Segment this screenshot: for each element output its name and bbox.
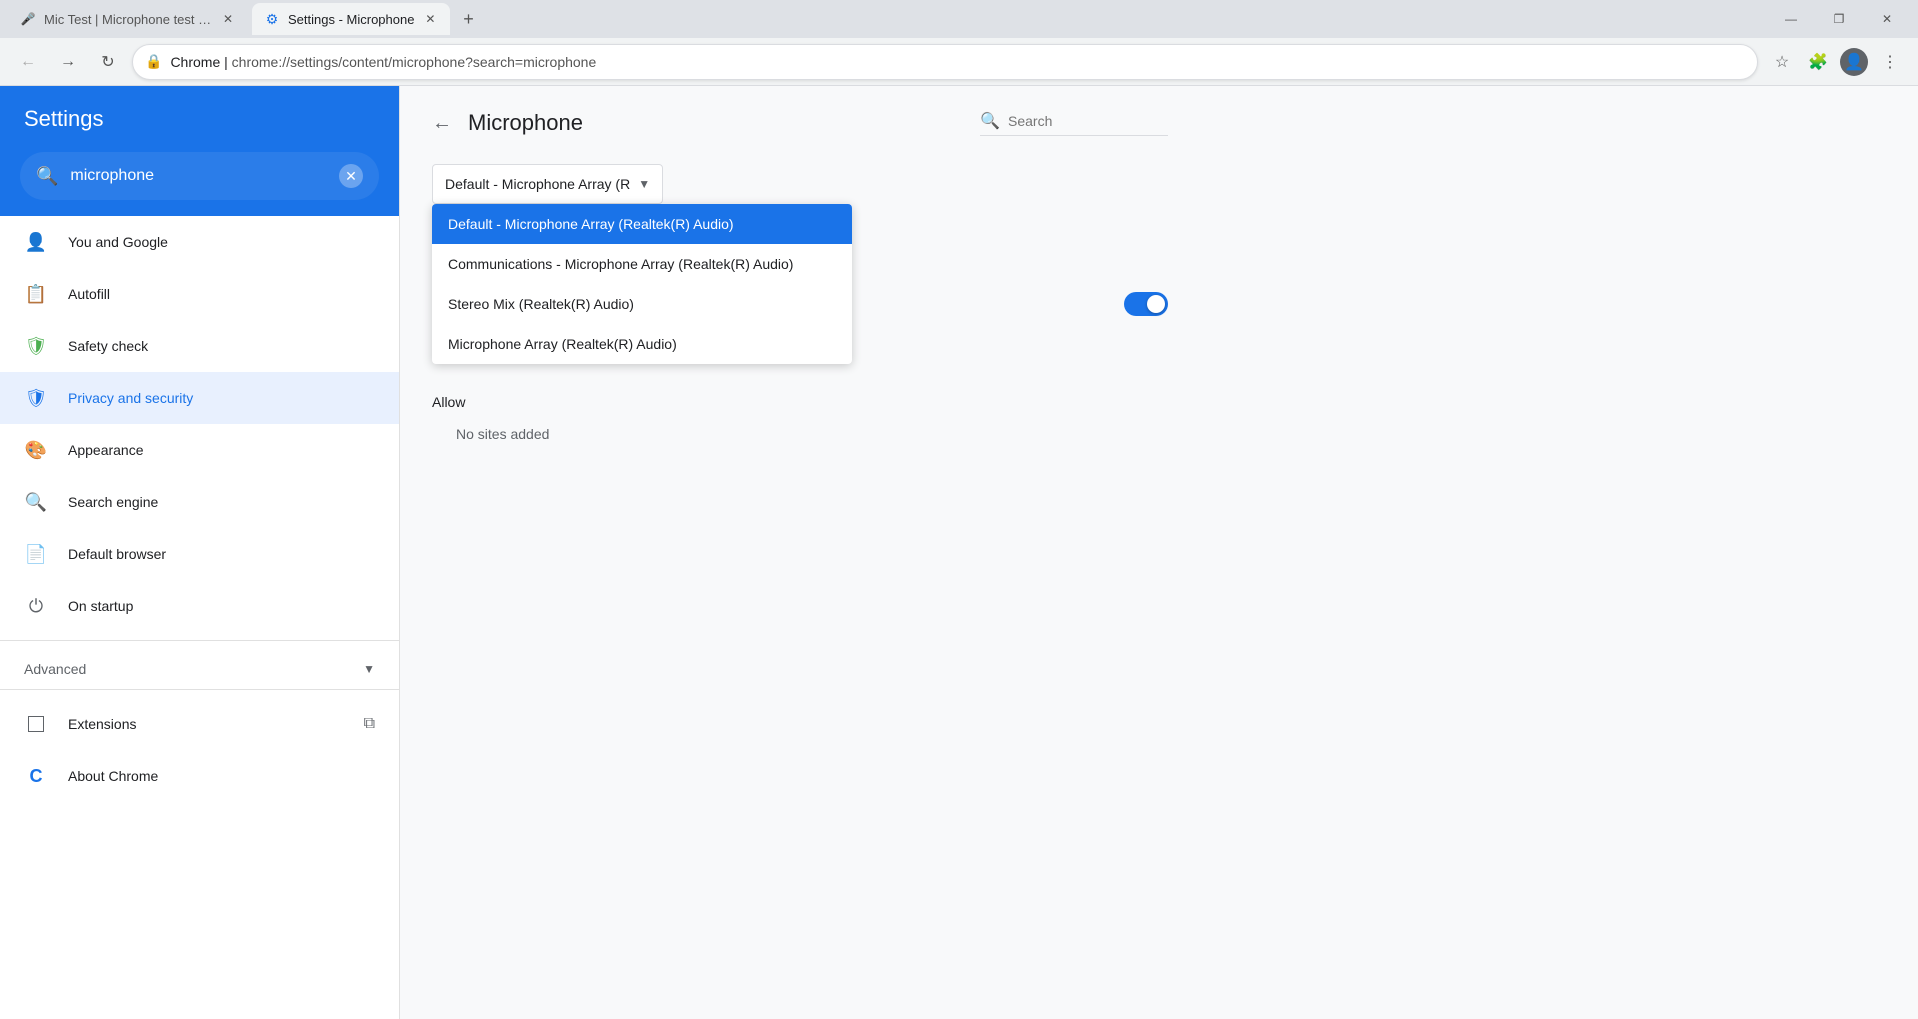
back-arrow-icon: ← (432, 112, 452, 135)
sidebar-item-default-browser[interactable]: 📄 Default browser (0, 528, 399, 580)
sidebar-item-label-appearance: Appearance (68, 442, 144, 458)
toggle-knob (1147, 295, 1165, 313)
sidebar-divider-2 (0, 689, 399, 690)
sidebar: Settings 🔍 ✕ 👤 You and Google 📋 Autofill… (0, 86, 400, 1019)
allow-no-sites: No sites added (432, 418, 1168, 458)
sidebar-title: Settings (24, 106, 375, 132)
sidebar-item-appearance[interactable]: 🎨 Appearance (0, 424, 399, 476)
settings-search-bar[interactable]: 🔍 ✕ (20, 152, 379, 200)
close-button[interactable]: ✕ (1864, 3, 1910, 35)
back-button[interactable]: ← Microphone (432, 110, 583, 136)
settings-container: Settings 🔍 ✕ 👤 You and Google 📋 Autofill… (0, 86, 1918, 1019)
dropdown-option-communications[interactable]: Communications - Microphone Array (Realt… (432, 244, 852, 284)
reload-button[interactable]: ↻ (92, 46, 124, 78)
tab-settings-label: Settings - Microphone (288, 12, 414, 27)
ext-box-icon (28, 716, 44, 732)
you-google-icon: 👤 (24, 230, 48, 254)
microphone-toggle[interactable] (1124, 292, 1168, 316)
about-chrome-icon: C (24, 764, 48, 788)
tab-settings[interactable]: ⚙ Settings - Microphone ✕ (252, 3, 450, 35)
chrome-menu-icon[interactable]: ⋮ (1874, 46, 1906, 78)
page-title: Microphone (468, 110, 583, 136)
microphone-dropdown-menu: Default - Microphone Array (Realtek(R) A… (432, 204, 852, 364)
sidebar-item-label-default-browser: Default browser (68, 546, 166, 562)
search-clear-button[interactable]: ✕ (339, 164, 363, 188)
address-text: Chrome | chrome://settings/content/micro… (170, 54, 1745, 70)
new-tab-button[interactable]: + (454, 5, 482, 33)
safety-check-icon: 🛡 (24, 334, 48, 358)
search-bar-icon: 🔍 (36, 166, 58, 187)
bookmark-star-icon[interactable]: ☆ (1766, 46, 1798, 78)
extensions-icon[interactable]: 🧩 (1802, 46, 1834, 78)
dropdown-option-default[interactable]: Default - Microphone Array (Realtek(R) A… (432, 204, 852, 244)
extensions-sidebar-icon (24, 712, 48, 736)
sidebar-item-on-startup[interactable]: ⏻ On startup (0, 580, 399, 632)
profile-avatar[interactable]: 👤 (1838, 46, 1870, 78)
dropdown-option-stereo[interactable]: Stereo Mix (Realtek(R) Audio) (432, 284, 852, 324)
privacy-security-icon: 🛡 (24, 386, 48, 410)
sidebar-item-privacy-security[interactable]: 🛡 Privacy and security (0, 372, 399, 424)
sidebar-item-label-on-startup: On startup (68, 598, 133, 614)
on-startup-icon: ⏻ (24, 594, 48, 618)
window-controls: — ❐ ✕ (1768, 3, 1910, 35)
tab-mic-test[interactable]: 🎤 Mic Test | Microphone test | Stor... ✕ (8, 3, 248, 35)
tab-mic-close[interactable]: ✕ (220, 11, 236, 27)
default-browser-icon: 📄 (24, 542, 48, 566)
back-nav-button[interactable]: ← (12, 46, 44, 78)
omnibar: ← → ↻ 🔒 Chrome | chrome://settings/conte… (0, 38, 1918, 86)
address-lock-icon: 🔒 (145, 53, 162, 70)
minimize-button[interactable]: — (1768, 3, 1814, 35)
microphone-dropdown-trigger[interactable]: Default - Microphone Array (R ▼ (432, 164, 663, 204)
allow-label: Allow (432, 394, 1168, 410)
address-path: chrome://settings/content/microphone?sea… (232, 54, 597, 70)
extensions-left: Extensions (24, 712, 136, 736)
dropdown-option-microphone[interactable]: Microphone Array (Realtek(R) Audio) (432, 324, 852, 364)
content-search-icon: 🔍 (980, 111, 1000, 131)
maximize-button[interactable]: ❐ (1816, 3, 1862, 35)
address-bar[interactable]: 🔒 Chrome | chrome://settings/content/mic… (132, 44, 1758, 80)
sidebar-item-safety-check[interactable]: 🛡 Safety check (0, 320, 399, 372)
sidebar-item-label-about-chrome: About Chrome (68, 768, 158, 784)
search-input[interactable] (70, 167, 327, 185)
omnibar-actions: ☆ 🧩 👤 ⋮ (1766, 46, 1906, 78)
sidebar-item-label-autofill: Autofill (68, 286, 110, 302)
dropdown-current-value: Default - Microphone Array (R (445, 176, 630, 192)
tab-settings-close[interactable]: ✕ (422, 11, 438, 27)
content-area: ← Microphone 🔍 Default - Microphone Arra… (400, 86, 1200, 482)
tab-mic-icon: 🎤 (20, 11, 36, 27)
sidebar-item-you-and-google[interactable]: 👤 You and Google (0, 216, 399, 268)
sidebar-item-label-privacy-security: Privacy and security (68, 390, 193, 406)
forward-nav-button[interactable]: → (52, 46, 84, 78)
sidebar-divider (0, 640, 399, 641)
extensions-label: Extensions (68, 716, 136, 732)
tab-mic-label: Mic Test | Microphone test | Stor... (44, 12, 212, 27)
sidebar-item-label-safety-check: Safety check (68, 338, 148, 354)
title-bar: 🎤 Mic Test | Microphone test | Stor... ✕… (0, 0, 1918, 38)
content-search[interactable]: 🔍 (980, 111, 1168, 136)
address-domain: Chrome (170, 54, 220, 70)
appearance-icon: 🎨 (24, 438, 48, 462)
main-content: ← Microphone 🔍 Default - Microphone Arra… (400, 86, 1918, 1019)
sidebar-item-search-engine[interactable]: 🔍 Search engine (0, 476, 399, 528)
sidebar-item-label-search-engine: Search engine (68, 494, 158, 510)
address-separator: | (220, 54, 231, 70)
search-engine-icon: 🔍 (24, 490, 48, 514)
microphone-dropdown-wrapper: Default - Microphone Array (R ▼ Default … (432, 164, 663, 204)
tab-settings-icon: ⚙ (264, 11, 280, 27)
sidebar-advanced-section[interactable]: Advanced ▼ (0, 649, 399, 681)
sidebar-item-autofill[interactable]: 📋 Autofill (0, 268, 399, 320)
advanced-label: Advanced (24, 661, 86, 677)
content-header: ← Microphone 🔍 (432, 110, 1168, 136)
autofill-icon: 📋 (24, 282, 48, 306)
sidebar-header: Settings (0, 86, 399, 152)
avatar: 👤 (1840, 48, 1868, 76)
extensions-external-link-icon: ⧉ (364, 715, 375, 733)
sidebar-item-about-chrome[interactable]: C About Chrome (0, 750, 399, 802)
advanced-chevron-icon: ▼ (363, 662, 375, 676)
sidebar-item-extensions[interactable]: Extensions ⧉ (0, 698, 399, 750)
allow-section: Allow No sites added (432, 394, 1168, 458)
content-search-input[interactable] (1008, 113, 1168, 129)
sidebar-item-label-you-google: You and Google (68, 234, 168, 250)
dropdown-chevron-icon: ▼ (638, 177, 650, 191)
